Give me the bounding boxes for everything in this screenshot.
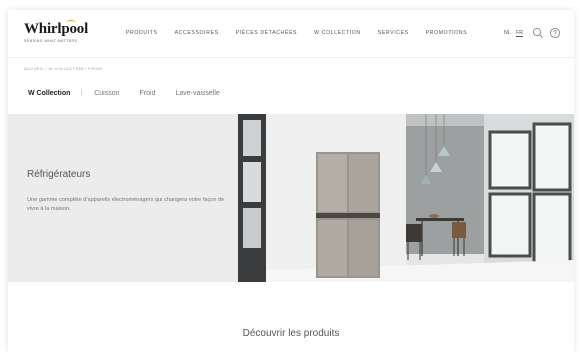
tab-w-collection[interactable]: W Collection bbox=[28, 90, 70, 97]
category-tabs: W Collection | Cuisson Froid Lave-vaisse… bbox=[28, 90, 240, 97]
tab-separator: | bbox=[80, 90, 83, 97]
discover-products-heading: Découvrir les produits bbox=[242, 328, 340, 339]
language-option-fr[interactable]: FR bbox=[516, 30, 524, 37]
search-icon[interactable] bbox=[532, 26, 544, 38]
language-option-nl[interactable]: NL bbox=[504, 30, 511, 36]
nav-item-services[interactable]: Services bbox=[378, 30, 409, 36]
site-header: Whirlpool Sensing what matters Produits … bbox=[8, 10, 574, 58]
tab-cuisson[interactable]: Cuisson bbox=[94, 90, 119, 97]
logo-wordmark: Whirlpool bbox=[24, 21, 89, 37]
nav-item-accessoires[interactable]: Accessoires bbox=[175, 30, 219, 36]
nav-item-produits[interactable]: Produits bbox=[126, 30, 158, 36]
nav-item-pieces-detachees[interactable]: Pièces détachées bbox=[236, 30, 297, 36]
hero-description: Une gamme complète d'appareils électromé… bbox=[27, 197, 225, 212]
page: Whirlpool Sensing what matters Produits … bbox=[8, 10, 574, 352]
nav-item-w-collection[interactable]: W Collection bbox=[314, 30, 361, 36]
whirlpool-logo[interactable]: Whirlpool Sensing what matters bbox=[24, 20, 89, 43]
language-switcher: NL FR bbox=[504, 30, 527, 37]
main-nav: Produits Accessoires Pièces détachées W … bbox=[126, 30, 484, 36]
nav-item-promotions[interactable]: Promotions bbox=[426, 30, 467, 36]
tab-lave-vaisselle[interactable]: Lave-vaisselle bbox=[175, 90, 219, 97]
logo-swoosh bbox=[66, 20, 76, 26]
hero-kitchen-image bbox=[238, 114, 574, 282]
help-icon[interactable] bbox=[549, 26, 561, 39]
tab-froid[interactable]: Froid bbox=[140, 90, 156, 97]
hero-banner: Réfrigérateurs Une gamme complète d'appa… bbox=[8, 114, 574, 282]
breadcrumb[interactable]: Accueil / W Collection / Froid bbox=[24, 66, 103, 71]
logo-tagline: Sensing what matters bbox=[24, 39, 78, 43]
hero-title: Réfrigérateurs bbox=[27, 169, 91, 180]
